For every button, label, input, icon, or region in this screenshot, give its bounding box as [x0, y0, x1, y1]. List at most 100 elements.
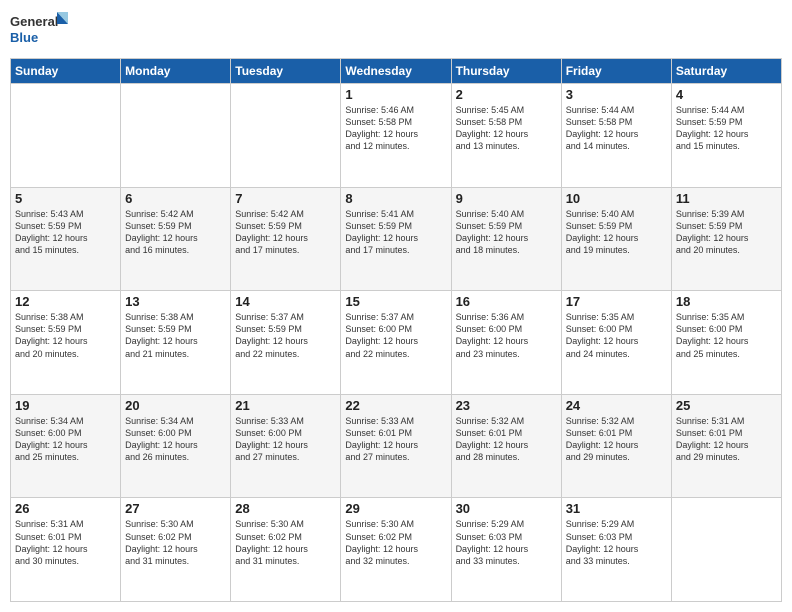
day-number: 5: [15, 191, 116, 206]
day-number: 2: [456, 87, 557, 102]
day-number: 6: [125, 191, 226, 206]
day-number: 10: [566, 191, 667, 206]
calendar-cell: 20Sunrise: 5:34 AM Sunset: 6:00 PM Dayli…: [121, 394, 231, 498]
weekday-header-monday: Monday: [121, 59, 231, 84]
day-info: Sunrise: 5:44 AM Sunset: 5:59 PM Dayligh…: [676, 104, 777, 153]
day-info: Sunrise: 5:38 AM Sunset: 5:59 PM Dayligh…: [15, 311, 116, 360]
weekday-header-row: SundayMondayTuesdayWednesdayThursdayFrid…: [11, 59, 782, 84]
day-number: 31: [566, 501, 667, 516]
calendar-cell: 6Sunrise: 5:42 AM Sunset: 5:59 PM Daylig…: [121, 187, 231, 291]
day-number: 16: [456, 294, 557, 309]
logo: General Blue: [10, 10, 70, 50]
day-info: Sunrise: 5:36 AM Sunset: 6:00 PM Dayligh…: [456, 311, 557, 360]
day-number: 14: [235, 294, 336, 309]
day-number: 7: [235, 191, 336, 206]
weekday-header-saturday: Saturday: [671, 59, 781, 84]
calendar-cell: 16 Sunrise: 5:36 AM Sunset: 6:00 PM Dayli…: [451, 291, 561, 395]
svg-text:General: General: [10, 14, 58, 29]
day-number: 1: [345, 87, 446, 102]
calendar-cell: 28 Sunrise: 5:30 AM Sunset: 6:02 PM Dayli…: [231, 498, 341, 602]
day-number: 26: [15, 501, 116, 516]
calendar-cell: 19 Sunrise: 5:34 AM Sunset: 6:00 PM Dayli…: [11, 394, 121, 498]
calendar-week-3: 12 Sunrise: 5:38 AM Sunset: 5:59 PM Dayli…: [11, 291, 782, 395]
day-info: Sunrise: 5:34 AM Sunset: 6:00 PM Dayligh…: [15, 415, 116, 464]
day-number: 19: [15, 398, 116, 413]
day-number: 30: [456, 501, 557, 516]
day-number: 3: [566, 87, 667, 102]
calendar-cell: 4 Sunrise: 5:44 AM Sunset: 5:59 PM Daylig…: [671, 84, 781, 188]
calendar-cell: 13 Sunrise: 5:38 AM Sunset: 5:59 PM Dayli…: [121, 291, 231, 395]
day-info: Sunrise: 5:39 AM Sunset: 5:59 PM Dayligh…: [676, 208, 777, 257]
day-number: 23: [456, 398, 557, 413]
day-info: Sunrise: 5:40 AM Sunset: 5:59 PM Dayligh…: [456, 208, 557, 257]
header: General Blue: [10, 10, 782, 50]
calendar-cell: 1 Sunrise: 5:46 AM Sunset: 5:58 PM Daylig…: [341, 84, 451, 188]
day-info: Sunrise: 5:35 AM Sunset: 6:00 PM Dayligh…: [676, 311, 777, 360]
day-info: Sunrise: 5:31 AM Sunset: 6:01 PM Dayligh…: [676, 415, 777, 464]
day-number: 21: [235, 398, 336, 413]
day-number: 15: [345, 294, 446, 309]
weekday-header-tuesday: Tuesday: [231, 59, 341, 84]
day-number: 13: [125, 294, 226, 309]
day-info: Sunrise: 5:37 AM Sunset: 5:59 PM Dayligh…: [235, 311, 336, 360]
calendar-cell: 30 Sunrise: 5:29 AM Sunset: 6:03 PM Dayli…: [451, 498, 561, 602]
day-number: 25: [676, 398, 777, 413]
day-number: 27: [125, 501, 226, 516]
day-info: Sunrise: 5:37 AM Sunset: 6:00 PM Dayligh…: [345, 311, 446, 360]
calendar-cell: [671, 498, 781, 602]
day-info: Sunrise: 5:41 AM Sunset: 5:59 PM Dayligh…: [345, 208, 446, 257]
calendar-cell: [11, 84, 121, 188]
day-info: Sunrise: 5:32 AM Sunset: 6:01 PM Dayligh…: [566, 415, 667, 464]
calendar-cell: 15 Sunrise: 5:37 AM Sunset: 6:00 PM Dayli…: [341, 291, 451, 395]
day-info: Sunrise: 5:33 AM Sunset: 6:00 PM Dayligh…: [235, 415, 336, 464]
weekday-header-wednesday: Wednesday: [341, 59, 451, 84]
day-info: Sunrise: 5:40 AM Sunset: 5:59 PM Dayligh…: [566, 208, 667, 257]
day-number: 17: [566, 294, 667, 309]
day-number: 12: [15, 294, 116, 309]
day-info: Sunrise: 5:46 AM Sunset: 5:58 PM Dayligh…: [345, 104, 446, 153]
calendar-cell: 12 Sunrise: 5:38 AM Sunset: 5:59 PM Dayli…: [11, 291, 121, 395]
calendar-cell: 23 Sunrise: 5:32 AM Sunset: 6:01 PM Dayli…: [451, 394, 561, 498]
day-number: 18: [676, 294, 777, 309]
day-info: Sunrise: 5:38 AM Sunset: 5:59 PM Dayligh…: [125, 311, 226, 360]
day-number: 8: [345, 191, 446, 206]
calendar-cell: 3 Sunrise: 5:44 AM Sunset: 5:58 PM Daylig…: [561, 84, 671, 188]
calendar-cell: 18 Sunrise: 5:35 AM Sunset: 6:00 PM Dayli…: [671, 291, 781, 395]
calendar-cell: 31Sunrise: 5:29 AM Sunset: 6:03 PM Dayli…: [561, 498, 671, 602]
weekday-header-sunday: Sunday: [11, 59, 121, 84]
calendar-cell: 21 Sunrise: 5:33 AM Sunset: 6:00 PM Dayli…: [231, 394, 341, 498]
day-info: Sunrise: 5:42 AM Sunset: 5:59 PM Dayligh…: [235, 208, 336, 257]
calendar-week-4: 19 Sunrise: 5:34 AM Sunset: 6:00 PM Dayli…: [11, 394, 782, 498]
page: General Blue SundayMondayTuesdayWednesda…: [0, 0, 792, 612]
day-number: 11: [676, 191, 777, 206]
calendar-cell: 22 Sunrise: 5:33 AM Sunset: 6:01 PM Dayli…: [341, 394, 451, 498]
day-info: Sunrise: 5:29 AM Sunset: 6:03 PM Dayligh…: [456, 518, 557, 567]
calendar-week-5: 26Sunrise: 5:31 AM Sunset: 6:01 PM Dayli…: [11, 498, 782, 602]
day-number: 4: [676, 87, 777, 102]
day-number: 20: [125, 398, 226, 413]
calendar-week-1: 1 Sunrise: 5:46 AM Sunset: 5:58 PM Daylig…: [11, 84, 782, 188]
calendar-cell: 26Sunrise: 5:31 AM Sunset: 6:01 PM Dayli…: [11, 498, 121, 602]
day-info: Sunrise: 5:30 AM Sunset: 6:02 PM Dayligh…: [235, 518, 336, 567]
day-number: 9: [456, 191, 557, 206]
svg-text:Blue: Blue: [10, 30, 38, 45]
calendar-cell: 24 Sunrise: 5:32 AM Sunset: 6:01 PM Dayli…: [561, 394, 671, 498]
day-info: Sunrise: 5:32 AM Sunset: 6:01 PM Dayligh…: [456, 415, 557, 464]
day-number: 24: [566, 398, 667, 413]
day-number: 22: [345, 398, 446, 413]
calendar-cell: 8 Sunrise: 5:41 AM Sunset: 5:59 PM Daylig…: [341, 187, 451, 291]
day-info: Sunrise: 5:33 AM Sunset: 6:01 PM Dayligh…: [345, 415, 446, 464]
day-number: 29: [345, 501, 446, 516]
day-info: Sunrise: 5:44 AM Sunset: 5:58 PM Dayligh…: [566, 104, 667, 153]
calendar-table: SundayMondayTuesdayWednesdayThursdayFrid…: [10, 58, 782, 602]
calendar-cell: 17Sunrise: 5:35 AM Sunset: 6:00 PM Dayli…: [561, 291, 671, 395]
day-info: Sunrise: 5:30 AM Sunset: 6:02 PM Dayligh…: [125, 518, 226, 567]
calendar-cell: 5 Sunrise: 5:43 AM Sunset: 5:59 PM Daylig…: [11, 187, 121, 291]
calendar-cell: 7 Sunrise: 5:42 AM Sunset: 5:59 PM Daylig…: [231, 187, 341, 291]
day-info: Sunrise: 5:30 AM Sunset: 6:02 PM Dayligh…: [345, 518, 446, 567]
day-info: Sunrise: 5:45 AM Sunset: 5:58 PM Dayligh…: [456, 104, 557, 153]
calendar-cell: 25 Sunrise: 5:31 AM Sunset: 6:01 PM Dayli…: [671, 394, 781, 498]
day-number: 28: [235, 501, 336, 516]
calendar-cell: [121, 84, 231, 188]
day-info: Sunrise: 5:43 AM Sunset: 5:59 PM Dayligh…: [15, 208, 116, 257]
